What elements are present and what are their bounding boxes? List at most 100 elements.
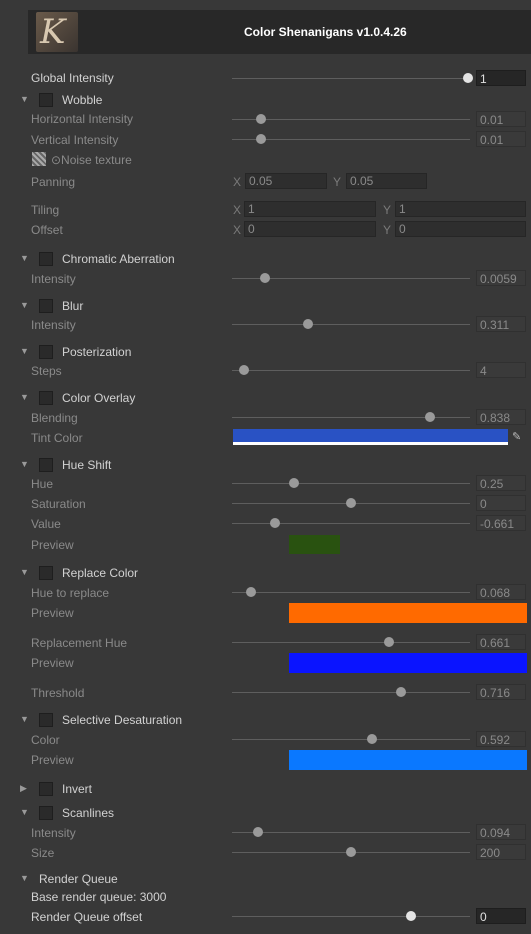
chromatic-checkbox[interactable] xyxy=(39,252,53,266)
blur-foldout-icon[interactable]: ▼ xyxy=(20,300,29,310)
noise-texture-icon[interactable] xyxy=(32,152,46,166)
render-queue-offset-label: Render Queue offset xyxy=(31,910,143,924)
scanlines-size-label: Size xyxy=(31,846,55,860)
panning-y-field[interactable]: 0.05 xyxy=(346,173,427,189)
steps-slider[interactable] xyxy=(232,365,470,375)
slider-knob[interactable] xyxy=(384,637,395,647)
scanlines-intensity-slider[interactable] xyxy=(232,827,470,837)
blending-label: Blending xyxy=(31,411,78,425)
horizontal-intensity-field[interactable]: 0.01 xyxy=(476,111,526,127)
tint-color-field[interactable] xyxy=(233,429,508,445)
hue-field[interactable]: 0.25 xyxy=(476,475,526,491)
slider-knob[interactable] xyxy=(288,478,299,488)
tiling-x-field[interactable]: 1 xyxy=(244,201,376,217)
color-overlay-checkbox[interactable] xyxy=(39,391,53,405)
selective-preview-swatch xyxy=(289,750,527,770)
offset-x-field[interactable]: 0 xyxy=(244,221,376,237)
render-queue-foldout-icon[interactable]: ▼ xyxy=(20,873,29,883)
scanlines-size-field[interactable]: 200 xyxy=(476,844,526,860)
wobble-foldout-icon[interactable]: ▼ xyxy=(20,94,29,104)
tiling-x-label: X xyxy=(233,203,242,217)
eyedropper-icon[interactable]: ✎ xyxy=(512,430,524,443)
chromatic-intensity-slider[interactable] xyxy=(232,273,470,283)
slider-knob[interactable] xyxy=(260,273,271,283)
threshold-field[interactable]: 0.716 xyxy=(476,684,526,700)
scanlines-foldout-icon[interactable]: ▼ xyxy=(20,807,29,817)
tiling-y-field[interactable]: 1 xyxy=(395,201,526,217)
slider-knob[interactable] xyxy=(367,734,378,744)
slider-knob[interactable] xyxy=(346,847,356,857)
blending-slider[interactable] xyxy=(232,412,470,422)
hue-shift-checkbox[interactable] xyxy=(39,458,53,472)
selective-color-slider[interactable] xyxy=(232,734,470,744)
selective-color-field[interactable]: 0.592 xyxy=(476,731,526,747)
replace-color-checkbox[interactable] xyxy=(39,566,53,580)
blur-intensity-slider[interactable] xyxy=(232,319,470,329)
saturation-field[interactable]: 0 xyxy=(476,495,526,511)
render-queue-offset-field[interactable]: 0 xyxy=(476,908,526,924)
horizontal-intensity-slider[interactable] xyxy=(232,114,470,124)
wobble-title: Wobble xyxy=(62,93,103,107)
saturation-label: Saturation xyxy=(31,497,86,511)
value-field[interactable]: -0.661 xyxy=(476,515,526,531)
slider-knob[interactable] xyxy=(303,319,314,329)
render-queue-offset-slider[interactable] xyxy=(232,911,470,921)
replace-color-foldout-icon[interactable]: ▼ xyxy=(20,567,29,577)
blur-checkbox[interactable] xyxy=(39,299,53,313)
replacement-preview-swatch xyxy=(289,653,527,673)
chromatic-intensity-field[interactable]: 0.0059 xyxy=(476,270,526,286)
replacement-hue-slider[interactable] xyxy=(232,637,470,647)
color-overlay-foldout-icon[interactable]: ▼ xyxy=(20,392,29,402)
threshold-slider[interactable] xyxy=(232,687,470,697)
global-intensity-field[interactable]: 1 xyxy=(476,70,526,86)
slider-knob[interactable] xyxy=(255,114,266,124)
slider-knob[interactable] xyxy=(395,687,406,697)
slider-knob[interactable] xyxy=(238,365,249,375)
slider-knob[interactable] xyxy=(424,412,435,422)
hue-slider[interactable] xyxy=(232,478,470,488)
slider-knob[interactable] xyxy=(253,827,264,837)
scanlines-size-slider[interactable] xyxy=(232,847,470,857)
posterization-checkbox[interactable] xyxy=(39,345,53,359)
saturation-slider[interactable] xyxy=(232,498,470,508)
replacement-preview-label: Preview xyxy=(31,656,74,670)
value-slider[interactable] xyxy=(232,518,470,528)
offset-x-label: X xyxy=(233,223,242,237)
replacement-hue-field[interactable]: 0.661 xyxy=(476,634,526,650)
wobble-checkbox[interactable] xyxy=(39,93,53,107)
offset-label: Offset xyxy=(31,223,63,237)
hue-to-replace-field[interactable]: 0.068 xyxy=(476,584,526,600)
selective-foldout-icon[interactable]: ▼ xyxy=(20,714,29,724)
posterization-foldout-icon[interactable]: ▼ xyxy=(20,346,29,356)
blur-intensity-field[interactable]: 0.311 xyxy=(476,316,526,332)
invert-foldout-icon[interactable]: ▶ xyxy=(20,783,27,794)
chromatic-foldout-icon[interactable]: ▼ xyxy=(20,253,29,263)
scanlines-checkbox[interactable] xyxy=(39,806,53,820)
scanlines-intensity-field[interactable]: 0.094 xyxy=(476,824,526,840)
panning-x-field[interactable]: 0.05 xyxy=(245,173,327,189)
value-label: Value xyxy=(31,517,61,531)
slider-knob[interactable] xyxy=(346,498,356,508)
vertical-intensity-slider[interactable] xyxy=(232,134,470,144)
selective-checkbox[interactable] xyxy=(39,713,53,727)
slider-knob[interactable] xyxy=(463,73,473,83)
noise-texture-label: ⊙Noise texture xyxy=(51,153,132,167)
invert-checkbox[interactable] xyxy=(39,782,53,796)
tiling-y-label: Y xyxy=(383,203,392,217)
blur-title: Blur xyxy=(62,299,84,313)
hue-shift-foldout-icon[interactable]: ▼ xyxy=(20,459,29,469)
hue-to-replace-label: Hue to replace xyxy=(31,586,110,600)
global-intensity-slider[interactable] xyxy=(232,73,473,83)
scanlines-intensity-label: Intensity xyxy=(31,826,76,840)
slider-knob[interactable] xyxy=(246,587,257,597)
slider-knob[interactable] xyxy=(405,911,416,921)
vertical-intensity-label: Vertical Intensity xyxy=(31,133,119,147)
vertical-intensity-field[interactable]: 0.01 xyxy=(476,131,526,147)
replace-preview-label: Preview xyxy=(31,606,74,620)
steps-field[interactable]: 4 xyxy=(476,362,526,378)
slider-knob[interactable] xyxy=(269,518,280,528)
hue-to-replace-slider[interactable] xyxy=(232,587,470,597)
blending-field[interactable]: 0.838 xyxy=(476,409,526,425)
offset-y-field[interactable]: 0 xyxy=(395,221,526,237)
slider-knob[interactable] xyxy=(255,134,266,144)
